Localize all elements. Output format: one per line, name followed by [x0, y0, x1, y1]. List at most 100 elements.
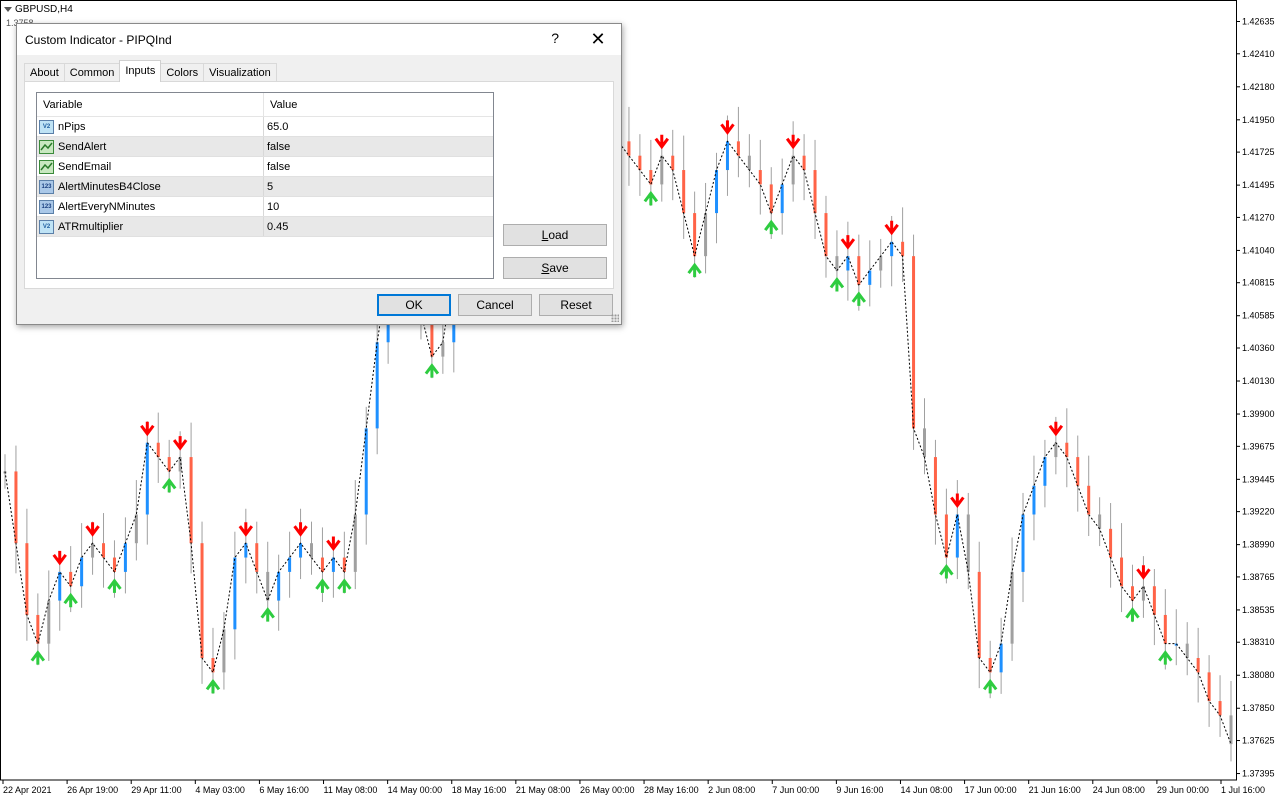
- sell-arrow-icon: [654, 134, 669, 150]
- ok-button[interactable]: OK: [377, 294, 451, 316]
- candle-body: [1229, 715, 1233, 745]
- variable-name: nPips: [58, 120, 86, 133]
- variable-cell: 123 AlertEveryNMinutes: [37, 197, 264, 216]
- header-variable[interactable]: Variable: [37, 93, 264, 116]
- symbol-text: GBPUSD,H4: [15, 4, 73, 15]
- candle-body: [1130, 586, 1134, 601]
- value-cell[interactable]: false: [264, 161, 290, 173]
- price-tick-label: 1.41950: [1242, 115, 1275, 125]
- time-tick-label: 4 May 03:00: [195, 785, 245, 795]
- input-row-sendemail[interactable]: SendEmail false: [37, 157, 493, 177]
- load-button[interactable]: Load: [503, 224, 607, 246]
- buy-arrow-icon: [315, 578, 330, 593]
- variable-name: SendAlert: [58, 140, 107, 153]
- inputs-grid: Variable Value V2 nPips 65.0 SendAlert f…: [36, 92, 494, 279]
- candle-body: [682, 170, 686, 214]
- candle-body: [156, 442, 160, 458]
- candle-body: [966, 514, 970, 572]
- candle-body: [802, 155, 806, 171]
- candle-body: [1010, 571, 1014, 644]
- variable-cell: SendEmail: [37, 157, 264, 176]
- price-tick-label: 1.42410: [1242, 49, 1275, 59]
- sell-arrow-icon: [884, 220, 899, 236]
- load-label: oad: [548, 228, 569, 242]
- tab-inputs[interactable]: Inputs: [119, 60, 162, 82]
- variable-cell: V2 nPips: [37, 117, 264, 136]
- custom-indicator-dialog: Custom Indicator - PIPQInd ? ✕ About Com…: [16, 23, 622, 325]
- value-cell[interactable]: 65.0: [264, 121, 288, 133]
- tab-strip: About Common Inputs Colors Visualization: [24, 60, 277, 82]
- input-row-alertminutesb4close[interactable]: 123 AlertMinutesB4Close 5: [37, 177, 493, 197]
- inputs-tab-panel: Variable Value V2 nPips 65.0 SendAlert f…: [24, 81, 614, 289]
- candle-body: [1207, 672, 1211, 702]
- buy-arrow-icon: [687, 262, 702, 278]
- value-cell[interactable]: 5: [264, 181, 273, 193]
- candle-body: [747, 155, 751, 171]
- buy-arrow-icon: [1125, 607, 1140, 622]
- resize-grip-icon[interactable]: [611, 314, 619, 322]
- price-tick-label: 1.38990: [1242, 540, 1275, 550]
- time-tick-label: 11 May 08:00: [324, 785, 378, 795]
- help-icon[interactable]: ?: [551, 30, 559, 46]
- input-row-sendalert[interactable]: SendAlert false: [37, 137, 493, 157]
- time-tick-label: 6 May 16:00: [259, 785, 309, 795]
- input-row-alerteverynminutes[interactable]: 123 AlertEveryNMinutes 10: [37, 197, 493, 217]
- input-row-atrmultiplier[interactable]: V2 ATRmultiplier 0.45: [37, 217, 493, 237]
- price-tick-label: 1.37395: [1242, 769, 1275, 779]
- price-tick-label: 1.38080: [1242, 670, 1275, 680]
- candle-body: [145, 442, 149, 515]
- candle-body: [999, 643, 1003, 673]
- candle-body: [222, 629, 226, 673]
- value-cell[interactable]: false: [264, 141, 290, 153]
- bool-type-icon: [39, 139, 54, 154]
- save-accel-key: S: [541, 261, 550, 275]
- candle-body: [1021, 514, 1025, 572]
- price-tick-label: 1.37850: [1242, 703, 1275, 713]
- close-icon[interactable]: ✕: [575, 24, 621, 54]
- candle-body: [955, 514, 959, 558]
- sell-arrow-icon: [785, 134, 801, 150]
- buy-arrow-icon: [939, 564, 954, 579]
- candle-body: [1163, 614, 1167, 644]
- candle-body: [14, 471, 18, 544]
- sell-arrow-icon: [293, 522, 308, 537]
- variable-name: ATRmultiplier: [58, 220, 124, 233]
- time-tick-label: 7 Jun 00:00: [772, 785, 819, 795]
- reset-button[interactable]: Reset: [539, 294, 613, 316]
- price-tick-label: 1.39445: [1242, 474, 1275, 484]
- dialog-titlebar[interactable]: Custom Indicator - PIPQInd ? ✕: [17, 24, 621, 55]
- candle-body: [791, 155, 795, 185]
- price-tick-label: 1.41040: [1242, 245, 1275, 255]
- tab-colors[interactable]: Colors: [160, 63, 205, 82]
- price-tick-label: 1.37625: [1242, 736, 1275, 746]
- buy-arrow-icon: [260, 607, 275, 622]
- time-tick-label: 24 Jun 08:00: [1093, 785, 1145, 795]
- price-tick-label: 1.42180: [1242, 82, 1275, 92]
- time-tick-label: 9 Jun 16:00: [836, 785, 883, 795]
- candle-body: [912, 256, 916, 429]
- value-cell[interactable]: 10: [264, 201, 279, 213]
- int-type-icon: 123: [39, 199, 54, 214]
- buy-arrow-icon: [161, 477, 177, 493]
- save-button[interactable]: Save: [503, 257, 607, 279]
- candle-body: [25, 543, 29, 615]
- tab-about[interactable]: About: [24, 63, 65, 82]
- tab-visualization[interactable]: Visualization: [203, 63, 277, 82]
- tab-common[interactable]: Common: [63, 63, 121, 82]
- buy-arrow-icon: [643, 190, 659, 206]
- time-tick-label: 22 Apr 2021: [3, 785, 52, 795]
- dropdown-triangle-icon[interactable]: [4, 7, 12, 12]
- candle-body: [1152, 586, 1156, 615]
- variable-cell: V2 ATRmultiplier: [37, 217, 264, 236]
- header-value[interactable]: Value: [264, 93, 297, 116]
- candle-body: [80, 557, 84, 587]
- variable-name: SendEmail: [58, 160, 112, 173]
- save-label: ave: [549, 261, 569, 275]
- candle-body: [638, 155, 642, 171]
- variable-cell: 123 AlertMinutesB4Close: [37, 177, 264, 196]
- price-tick-label: 1.39675: [1242, 441, 1275, 451]
- value-cell[interactable]: 0.45: [264, 221, 288, 233]
- input-row-npips[interactable]: V2 nPips 65.0: [37, 117, 493, 137]
- sell-arrow-icon: [238, 522, 254, 537]
- cancel-button[interactable]: Cancel: [458, 294, 532, 316]
